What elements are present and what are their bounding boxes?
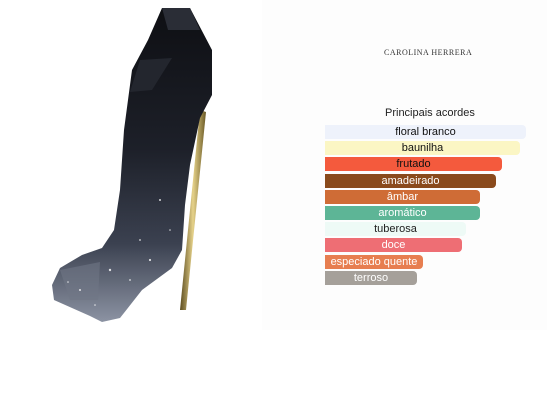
accord-bar: terroso [325, 270, 417, 285]
accord-bar: aromático [325, 206, 480, 220]
accord-bar: baunilha [325, 141, 520, 156]
accord-bar: âmbar [325, 189, 480, 204]
accord-bar: especiado quente [325, 254, 423, 269]
accord-bar: doce [325, 238, 462, 253]
perfume-bottle-image [52, 8, 212, 322]
accord-bar: amadeirado [325, 173, 496, 188]
accord-bar: frutado [325, 157, 502, 172]
accords-title: Principais acordes [385, 107, 475, 119]
brand-name: CAROLINA HERRERA [384, 48, 473, 57]
accord-bar: tuberosa [325, 222, 466, 237]
accord-bar: floral branco [325, 125, 526, 139]
